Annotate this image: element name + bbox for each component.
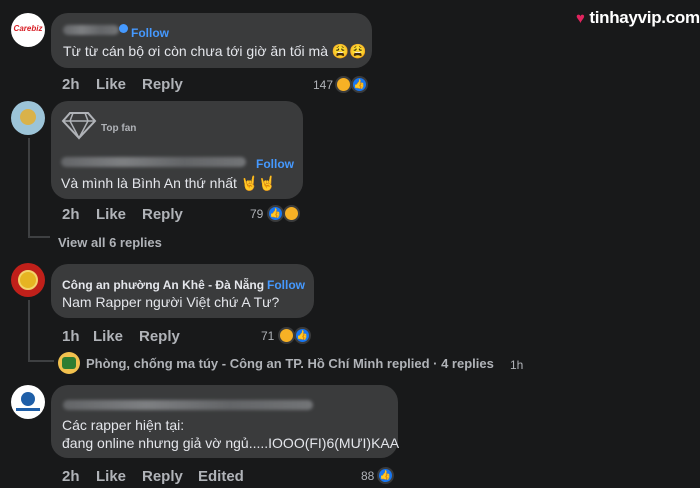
reply-button[interactable]: Reply bbox=[142, 468, 183, 485]
author-name-blurred[interactable] bbox=[63, 25, 119, 35]
top-fan-diamond-icon bbox=[61, 112, 97, 140]
comment-bubble: Công an phường An Khê - Đà Nẵng Follow N… bbox=[51, 264, 314, 318]
police-emblem-icon bbox=[18, 270, 38, 290]
thread-line-branch bbox=[28, 236, 50, 238]
watermark: ♥ tinhayvip.com bbox=[576, 8, 700, 28]
comment-text-line1: Các rapper hiện tại: bbox=[62, 417, 185, 433]
author-name-blurred[interactable] bbox=[63, 400, 313, 410]
reply-button[interactable]: Reply bbox=[142, 206, 183, 223]
haha-reaction-icon bbox=[283, 205, 300, 222]
like-button[interactable]: Like bbox=[96, 76, 126, 93]
avatar[interactable] bbox=[11, 385, 45, 419]
comment-text-line2: đang online nhưng giả vờ ngủ.....IOOO(FI… bbox=[62, 435, 400, 451]
author-name-blurred[interactable] bbox=[61, 157, 246, 167]
haha-reaction-icon bbox=[335, 76, 352, 93]
like-reaction-icon: 👍 bbox=[294, 327, 311, 344]
comment-time[interactable]: 2h bbox=[62, 76, 80, 93]
comment-bubble: Các rapper hiện tại: đang online nhưng g… bbox=[51, 385, 400, 458]
like-button[interactable]: Like bbox=[93, 328, 123, 345]
reply-button[interactable]: Reply bbox=[139, 328, 180, 345]
like-reaction-icon: 👍 bbox=[267, 205, 284, 222]
heart-icon: ♥ bbox=[576, 10, 585, 27]
avatar-logo-text: Carebiz bbox=[13, 24, 43, 33]
verified-icon bbox=[119, 24, 128, 33]
comment-bubble: Follow Từ từ cán bộ ơi còn chưa tới giờ … bbox=[51, 13, 372, 68]
avatar[interactable] bbox=[11, 263, 45, 297]
edited-label[interactable]: Edited bbox=[198, 468, 244, 485]
reply-button[interactable]: Reply bbox=[142, 76, 183, 93]
top-fan-badge: Top fan bbox=[101, 123, 137, 134]
comment-text: Và mình là Bình An thứ nhất 🤘🤘 bbox=[61, 175, 276, 191]
follow-button[interactable]: Follow bbox=[267, 278, 305, 292]
thread-line bbox=[28, 138, 30, 238]
like-reaction-icon: 👍 bbox=[377, 467, 394, 484]
like-button[interactable]: Like bbox=[96, 468, 126, 485]
comment-time[interactable]: 2h bbox=[62, 468, 80, 485]
replier-logo-icon bbox=[62, 357, 76, 369]
avatar[interactable] bbox=[11, 101, 45, 135]
reaction-count[interactable]: 79 bbox=[250, 207, 263, 221]
follow-button[interactable]: Follow bbox=[256, 157, 294, 171]
thread-line bbox=[28, 300, 30, 362]
avatar-logo-stripe bbox=[16, 408, 40, 411]
replier-avatar[interactable] bbox=[58, 352, 80, 374]
follow-button[interactable]: Follow bbox=[131, 26, 169, 40]
comment-text: Nam Rapper người Việt chứ A Tư? bbox=[62, 294, 280, 310]
thread-line-branch bbox=[28, 360, 54, 362]
comment-time[interactable]: 1h bbox=[62, 328, 80, 345]
like-button[interactable]: Like bbox=[96, 206, 126, 223]
reaction-count[interactable]: 88 bbox=[361, 469, 374, 483]
comment-time[interactable]: 2h bbox=[62, 206, 80, 223]
comment-bubble: Top fan Follow Và mình là Bình An thứ nh… bbox=[51, 101, 303, 199]
like-reaction-icon: 👍 bbox=[351, 76, 368, 93]
reaction-count[interactable]: 147 bbox=[313, 78, 333, 92]
haha-reaction-icon bbox=[278, 327, 295, 344]
avatar-emblem-icon bbox=[20, 109, 36, 125]
replied-by-link[interactable]: Phòng, chống ma túy - Công an TP. Hồ Chí… bbox=[86, 356, 494, 371]
author-name[interactable]: Công an phường An Khê - Đà Nẵng bbox=[62, 278, 264, 292]
watermark-brand: tinhayvip.com bbox=[589, 8, 700, 27]
avatar[interactable]: Carebiz bbox=[11, 13, 45, 47]
reaction-count[interactable]: 71 bbox=[261, 329, 274, 343]
view-all-replies-link[interactable]: View all 6 replies bbox=[58, 235, 162, 250]
replied-time: 1h bbox=[510, 358, 524, 372]
comment-text: Từ từ cán bộ ơi còn chưa tới giờ ăn tối … bbox=[63, 43, 367, 59]
avatar-logo-icon bbox=[21, 392, 35, 406]
